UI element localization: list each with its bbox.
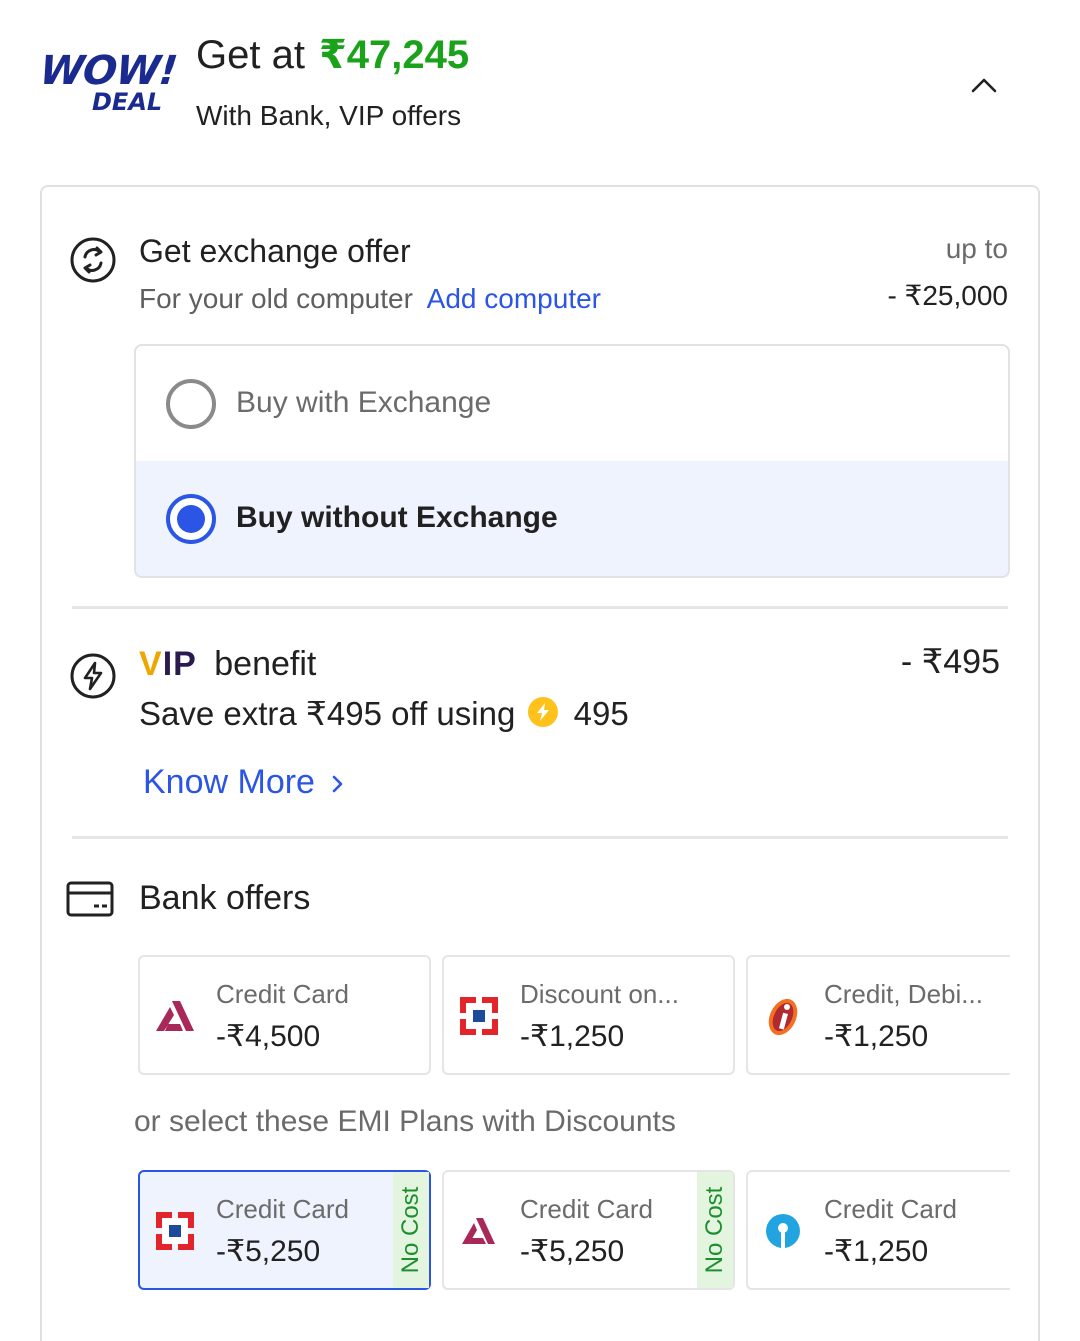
emi-value: -₹1,250 [824, 1235, 929, 1268]
bank-offer-tile[interactable]: Credit, Debi... -₹1,250 [746, 955, 1010, 1075]
emi-plan-tile[interactable]: Credit Card -₹5,250 No Cost [442, 1170, 735, 1290]
vip-logo: VIP [139, 645, 197, 683]
emi-label: Credit Card [216, 1194, 349, 1224]
chevron-up-icon[interactable] [966, 70, 1002, 100]
chevron-right-icon [333, 775, 343, 793]
option-label: Buy with Exchange [236, 386, 492, 419]
exchange-icon [70, 237, 116, 283]
deal-subtitle: With Bank, VIP offers [196, 100, 462, 131]
deal-title-prefix: Get at [196, 33, 305, 77]
divider [72, 836, 1008, 839]
offer-label: Credit Card [216, 979, 349, 1009]
option-buy-with-exchange[interactable]: Buy with Exchange [136, 346, 1008, 461]
offer-label: Discount on... [520, 979, 679, 1009]
exchange-options: Buy with Exchange Buy without Exchange [134, 344, 1010, 578]
emi-value: -₹5,250 [216, 1235, 321, 1268]
emi-value: -₹5,250 [520, 1235, 625, 1268]
deal-price: ₹47,245 [318, 33, 470, 77]
no-cost-badge: No Cost [697, 1172, 733, 1288]
lightning-bolt-icon [70, 653, 116, 699]
exchange-subtitle: For your old computer Add computer [139, 283, 601, 315]
emi-plans-text: or select these EMI Plans with Discounts [134, 1105, 676, 1138]
bank-offers-title: Bank offers [139, 879, 311, 917]
divider [72, 606, 1008, 609]
bank-offers-row: Credit Card -₹4,500 Discount on... -₹1,2… [138, 955, 1010, 1075]
hdfc-bank-logo [156, 1212, 194, 1250]
radio-button[interactable] [166, 379, 216, 429]
upto-label: up to [945, 233, 1008, 264]
wow-deal-logo: WOW! DEAL [38, 48, 179, 118]
no-cost-badge: No Cost [393, 1172, 429, 1288]
emi-label: Credit Card [824, 1194, 957, 1224]
hdfc-bank-logo [460, 997, 498, 1035]
know-more-label: Know More [143, 763, 315, 801]
deal-logo-text: DEAL [92, 88, 163, 116]
axis-bank-logo [156, 1001, 194, 1031]
offer-value: -₹1,250 [824, 1020, 929, 1053]
bank-offer-tile[interactable]: Discount on... -₹1,250 [442, 955, 735, 1075]
card-icon [66, 881, 114, 917]
emi-plan-tile[interactable]: Credit Card -₹1,250 [746, 1170, 1010, 1290]
know-more-link[interactable]: Know More [143, 763, 346, 802]
offer-value: -₹1,250 [520, 1020, 625, 1053]
deal-title: Get at ₹47,245 [196, 32, 469, 78]
offer-header[interactable]: WOW! DEAL Get at ₹47,245 With Bank, VIP o… [0, 0, 1080, 160]
vip-coins: 495 [573, 695, 629, 732]
supercoin-icon [528, 697, 559, 727]
sbi-bank-logo [766, 1214, 800, 1248]
axis-bank-logo [462, 1218, 495, 1244]
exchange-subtitle-text: For your old computer [139, 283, 413, 314]
exchange-amount: - ₹25,000 [887, 280, 1008, 311]
offers-card: Get exchange offer For your old computer… [40, 185, 1040, 1341]
emi-plans-row: Credit Card -₹5,250 No Cost Credit Card … [138, 1170, 1010, 1290]
bank-offer-tile[interactable]: Credit Card -₹4,500 [138, 955, 431, 1075]
vip-subtitle: Save extra ₹495 off using 495 [139, 694, 629, 733]
vip-subtitle-text: Save extra ₹495 off using [139, 695, 516, 732]
offer-label: Credit, Debi... [824, 979, 983, 1009]
vip-benefit-title: VIP benefit [139, 645, 316, 684]
vip-amount: - ₹495 [900, 643, 1000, 681]
offer-value: -₹4,500 [216, 1020, 321, 1053]
emi-label: Credit Card [520, 1194, 653, 1224]
option-label: Buy without Exchange [236, 501, 558, 534]
vip-benefit-label: benefit [214, 645, 317, 683]
emi-plan-tile-selected[interactable]: Credit Card -₹5,250 No Cost [138, 1170, 431, 1290]
icici-bank-logo [768, 998, 798, 1036]
option-buy-without-exchange[interactable]: Buy without Exchange [136, 461, 1008, 576]
exchange-title: Get exchange offer [139, 233, 411, 269]
radio-button-selected[interactable] [166, 494, 216, 544]
add-computer-link[interactable]: Add computer [427, 283, 601, 314]
